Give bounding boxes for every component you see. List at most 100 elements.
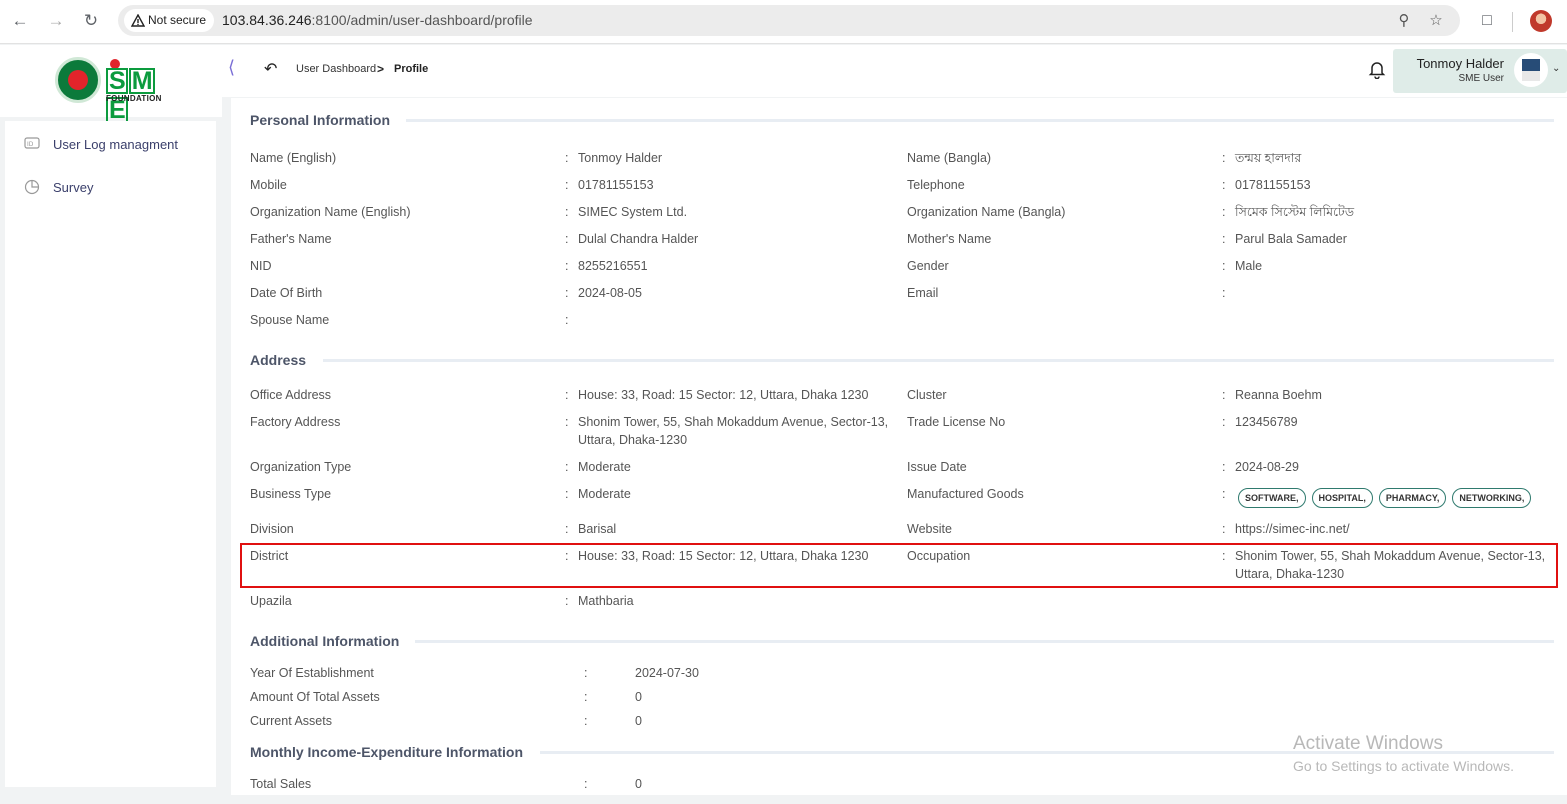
field-value: 0 [635,690,642,704]
browser-profile-avatar[interactable] [1530,10,1552,32]
browser-toolbar: ← → ↻ Not secure 103.84.36.246:8100/admi… [0,0,1567,44]
svg-text:ID: ID [27,141,34,148]
field-value: Parul Bala Samader [1235,232,1347,246]
field-value-line2: Uttara, Dhaka-1230 [578,433,688,447]
warning-icon [131,14,145,27]
field-value: Shonim Tower, 55, Shah Mokaddum Avenue, … [578,415,889,429]
field-value: Reanna Boehm [1235,388,1322,402]
toolbar-divider [1512,12,1513,32]
breadcrumb-home[interactable]: User Dashboard [296,63,376,75]
reload-icon[interactable]: ↻ [80,10,102,32]
bookmark-star-icon[interactable]: ☆ [1426,11,1446,31]
field-colon: : [1222,286,1226,300]
extensions-icon[interactable]: □ [1476,10,1498,32]
field-colon: : [1222,415,1226,429]
field-label: Mobile [250,178,287,192]
security-label: Not secure [148,13,207,27]
url-text[interactable]: 103.84.36.246:8100/admin/user-dashboard/… [222,5,533,36]
field-label: Organization Name (Bangla) [907,205,1066,219]
back-arrow-icon[interactable]: ← [9,10,31,32]
goods-tag: NETWORKING, [1452,488,1532,508]
profile-content: Personal Information Name (English) : To… [231,98,1567,795]
field-colon: : [1222,259,1226,273]
chevron-down-icon: ⌄ [1552,63,1561,74]
field-value: 2024-08-05 [578,286,642,300]
id-card-icon: ID [23,136,40,153]
field-colon: : [565,286,569,300]
field-colon: : [584,666,588,680]
field-label: Website [907,522,952,536]
field-colon: : [565,487,569,501]
field-value: Moderate [578,460,631,474]
field-label: Trade License No [907,415,1006,429]
field-label: Amount Of Total Assets [250,690,380,704]
field-value: 0 [635,777,642,791]
breadcrumb-current: Profile [394,63,429,75]
user-role: SME User [1458,73,1504,84]
logo-foundation-text: FOUNDATION [106,94,162,103]
sidebar-item-survey[interactable]: Survey [5,173,216,203]
sidebar-item-label: Survey [53,180,94,195]
field-label: Business Type [250,487,332,501]
address-bar[interactable]: Not secure 103.84.36.246:8100/admin/user… [118,5,1460,36]
sidebar: S ME FOUNDATION ID User Log managment Sur… [0,45,222,804]
field-colon: : [565,549,569,563]
section-title-monthly: Monthly Income-Expenditure Information [250,744,524,760]
notification-bell-icon[interactable] [1368,59,1386,79]
field-colon: : [565,151,569,165]
bottom-gutter [222,795,1567,804]
field-value: 2024-07-30 [635,666,699,680]
return-icon[interactable]: ↶ [264,59,277,79]
forward-arrow-icon[interactable]: → [45,10,67,32]
field-label: Cluster [907,388,947,402]
field-value: 8255216551 [578,259,648,273]
field-value: 01781155153 [1235,178,1311,192]
field-label: District [250,549,289,563]
section-divider [415,640,1554,643]
field-colon: : [584,777,588,791]
field-value: Barisal [578,522,617,536]
field-label: Spouse Name [250,313,330,327]
field-colon: : [1222,522,1226,536]
field-label: Division [250,522,294,536]
field-label: Telephone [907,178,965,192]
logo-area[interactable]: S ME FOUNDATION [0,45,222,123]
field-colon: : [565,460,569,474]
field-value-line2: Uttara, Dhaka-1230 [1235,567,1345,581]
field-label: Gender [907,259,949,273]
section-title-additional: Additional Information [250,633,400,649]
sidebar-item-user-log[interactable]: ID User Log managment [5,130,216,160]
section-divider [406,119,1554,122]
user-name: Tonmoy Halder [1416,56,1504,71]
field-label: Manufactured Goods [907,487,1024,501]
breadcrumb-separator: > [377,62,385,76]
field-colon: : [1222,388,1226,402]
top-bar: ⟨ ↶ User Dashboard > Profile Tonmoy Hald… [222,45,1567,97]
field-label: Mother's Name [907,232,992,246]
field-value: Dulal Chandra Halder [578,232,699,246]
sidebar-menu: ID User Log managment Survey [5,121,216,787]
avatar [1514,53,1548,87]
field-colon: : [565,259,569,273]
field-colon: : [565,522,569,536]
field-value: 01781155153 [578,178,654,192]
field-value: তন্ময় হালদার [1235,151,1302,165]
security-chip[interactable]: Not secure [124,9,215,32]
field-label: Total Sales [250,777,312,791]
website-link[interactable]: https://simec-inc.net/ [1235,520,1350,538]
collapse-sidebar-icon[interactable]: ⟨ [228,57,235,78]
user-menu[interactable]: Tonmoy Halder SME User ⌄ [1393,49,1567,93]
field-colon: : [1222,205,1226,219]
field-colon: : [1222,460,1226,474]
field-colon: : [565,594,569,608]
field-colon: : [1222,178,1226,192]
field-value: Mathbaria [578,594,634,608]
sme-foundation-logo: S ME FOUNDATION [104,59,170,123]
zoom-icon[interactable]: ⚲ [1394,11,1414,31]
field-colon: : [565,205,569,219]
section-title-address: Address [250,352,307,368]
pie-chart-icon [23,179,40,196]
field-label: Office Address [250,388,332,402]
field-value: 123456789 [1235,415,1298,429]
field-colon: : [565,415,569,429]
